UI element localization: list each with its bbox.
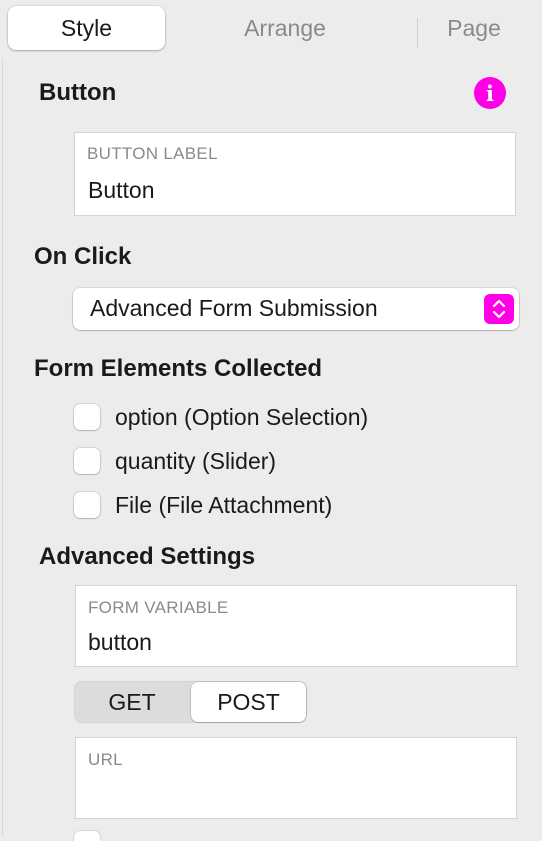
- url-field[interactable]: URL: [75, 737, 517, 819]
- on-click-selected-value: Advanced Form Submission: [90, 295, 378, 321]
- form-element-option[interactable]: option (Option Selection): [74, 402, 368, 432]
- button-label-value[interactable]: Button: [88, 177, 155, 204]
- file-checkbox[interactable]: [74, 492, 100, 518]
- method-post-option[interactable]: POST: [191, 682, 306, 722]
- option-checkbox[interactable]: [74, 404, 100, 430]
- form-elements-title: Form Elements Collected: [34, 355, 323, 382]
- button-label-field[interactable]: BUTTON LABEL Button: [74, 132, 516, 216]
- form-variable-caption: FORM VARIABLE: [88, 598, 229, 617]
- tab-style[interactable]: Style: [8, 6, 165, 50]
- advanced-settings-title: Advanced Settings: [39, 543, 256, 570]
- url-caption: URL: [88, 750, 123, 769]
- form-element-file[interactable]: File (File Attachment): [74, 490, 332, 520]
- info-icon[interactable]: i: [474, 77, 506, 109]
- quantity-checkbox-label: quantity (Slider): [115, 447, 277, 474]
- on-click-title: On Click: [34, 243, 132, 270]
- on-click-select[interactable]: Advanced Form Submission: [73, 288, 519, 330]
- tab-arrange[interactable]: Arrange: [185, 6, 385, 50]
- tab-page[interactable]: Page: [420, 6, 528, 50]
- quantity-checkbox[interactable]: [74, 448, 100, 474]
- option-checkbox-label: option (Option Selection): [115, 403, 369, 430]
- form-variable-field[interactable]: FORM VARIABLE button: [75, 585, 517, 667]
- chevron-up-down-icon: [484, 294, 514, 324]
- tab-separator: [417, 18, 418, 48]
- panel-divider: [2, 58, 3, 836]
- http-method-control: GET POST: [74, 681, 307, 723]
- partial-checkbox[interactable]: [74, 831, 100, 841]
- button-section-title: Button: [39, 79, 117, 106]
- button-label-caption: BUTTON LABEL: [87, 144, 218, 163]
- inspector-tabs: Style Arrange Page: [8, 6, 534, 50]
- form-variable-value[interactable]: button: [88, 629, 152, 656]
- method-get-option[interactable]: GET: [74, 681, 190, 723]
- form-element-quantity[interactable]: quantity (Slider): [74, 446, 276, 476]
- file-checkbox-label: File (File Attachment): [115, 491, 333, 518]
